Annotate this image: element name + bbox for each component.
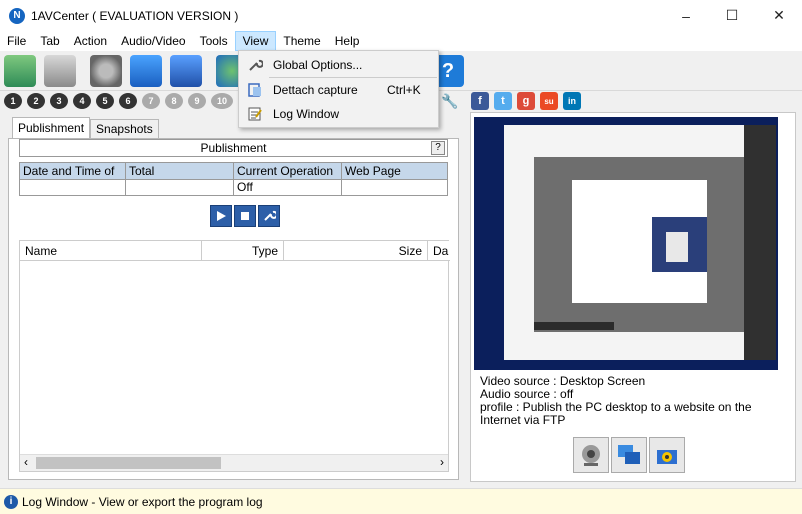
camera-source-button[interactable] [649,437,685,473]
tab-strip: Publishment Snapshots [12,117,159,140]
wrench-icon [264,210,276,221]
menu-tools[interactable]: Tools [193,31,235,51]
publishment-table: Date and Time of Total Current Operation… [19,162,448,196]
cell-operation: Off [233,178,342,196]
cell-total [125,178,234,196]
webcam-icon [582,445,600,466]
twitter-icon[interactable]: t [494,92,512,110]
capture-preview [474,117,778,370]
cell-date [19,178,126,196]
file-list-header: Name Type Size Da [20,241,450,261]
dettach-capture-label: Dettach capture [273,83,358,97]
play-icon [217,211,226,221]
channel-3-button[interactable]: 3 [50,93,68,109]
file-list: Name Type Size Da ‹ › [19,240,450,472]
stumbleupon-icon[interactable]: su [540,92,558,110]
profile-text: profile : Publish the PC desktop to a we… [480,400,752,427]
wrench-icon[interactable]: 🔧 [441,92,459,110]
dettach-icon [248,83,261,97]
menu-audio-video[interactable]: Audio/Video [114,31,193,51]
status-bar: i Log Window - View or export the progra… [0,488,802,514]
stop-button[interactable] [234,205,256,227]
channel-7-button[interactable]: 7 [142,93,160,109]
left-panel: Publishment Snapshots Publishment ? Date… [8,115,459,480]
col-type[interactable]: Type [202,241,284,261]
film-icon[interactable] [170,55,202,87]
global-options-label: Global Options... [273,58,363,72]
menu-view[interactable]: View [234,31,277,51]
menu-help[interactable]: Help [328,31,367,51]
horizontal-scrollbar[interactable]: ‹ › [20,454,448,471]
menu-file[interactable]: File [0,31,33,51]
close-button[interactable]: ✕ [756,0,802,31]
title-bar: N 1AVCenter ( EVALUATION VERSION ) – ☐ ✕ [0,0,802,31]
wrench-icon [249,59,263,71]
app-window: N 1AVCenter ( EVALUATION VERSION ) – ☐ ✕… [0,0,802,514]
publishment-header-label: Publishment [200,141,267,155]
cell-web-page [341,178,448,196]
window-title: 1AVCenter ( EVALUATION VERSION ) [31,8,239,23]
log-icon [248,107,262,121]
col-name[interactable]: Name [20,241,202,261]
camera-icon [657,450,677,464]
maximize-button[interactable]: ☐ [709,0,755,31]
col-total[interactable]: Total [125,162,234,180]
col-current-operation[interactable]: Current Operation [233,162,342,180]
col-date[interactable]: Da [428,241,450,261]
view-menu-dropdown: Global Options... Dettach capture Ctrl+K… [238,50,439,128]
menu-item-global-options[interactable]: Global Options... [240,53,437,77]
menu-action[interactable]: Action [67,31,114,51]
screen-source-button[interactable] [611,437,647,473]
tab-snapshots[interactable]: Snapshots [90,119,159,140]
channel-6-button[interactable]: 6 [119,93,137,109]
tab-publishment[interactable]: Publishment [12,117,91,140]
webcam-icon[interactable] [90,55,122,87]
log-window-label: Log Window [273,107,340,121]
menu-bar: File Tab Action Audio/Video Tools View T… [0,31,802,51]
info-icon: i [4,494,18,509]
scroll-thumb[interactable] [36,457,221,469]
scroll-left-icon[interactable]: ‹ [24,455,28,469]
screens-icon [618,445,640,464]
status-text: Log Window - View or export the program … [22,494,263,509]
channel-1-button[interactable]: 1 [4,93,22,109]
publishment-help-button[interactable]: ? [431,141,445,155]
linkedin-icon[interactable]: in [563,92,581,110]
webcam-source-button[interactable] [573,437,609,473]
dettach-shortcut: Ctrl+K [387,83,421,97]
publishment-header: Publishment ? [19,139,448,157]
app-logo-icon: N [9,7,25,24]
menu-theme[interactable]: Theme [276,31,327,51]
menu-item-dettach-capture[interactable]: Dettach capture Ctrl+K [240,78,437,102]
col-date-time[interactable]: Date and Time of [19,162,126,180]
play-button[interactable] [210,205,232,227]
col-size[interactable]: Size [284,241,428,261]
minimize-button[interactable]: – [663,0,709,31]
source-info: Video source : Desktop Screen Audio sour… [480,375,788,427]
channel-2-button[interactable]: 2 [27,93,45,109]
table-row[interactable]: Off [19,178,448,196]
screens-icon[interactable] [130,55,162,87]
channel-8-button[interactable]: 8 [165,93,183,109]
right-panel: Video source : Desktop Screen Audio sour… [470,112,796,482]
menu-item-log-window[interactable]: Log Window [240,102,437,126]
google-icon[interactable]: g [517,92,535,110]
channel-4-button[interactable]: 4 [73,93,91,109]
settings-button[interactable] [258,205,280,227]
scroll-right-icon[interactable]: › [440,455,444,469]
publish-icon[interactable] [4,55,36,87]
video-files-icon[interactable] [44,55,76,87]
channel-10-button[interactable]: 10 [211,93,233,109]
desktop-preview-image [474,117,778,370]
menu-tab[interactable]: Tab [33,31,66,51]
publishment-page: Publishment ? Date and Time of Total Cur… [8,138,459,480]
stop-icon [241,212,249,220]
channel-5-button[interactable]: 5 [96,93,114,109]
channel-9-button[interactable]: 9 [188,93,206,109]
col-web-page[interactable]: Web Page [341,162,448,180]
facebook-icon[interactable]: f [471,92,489,110]
